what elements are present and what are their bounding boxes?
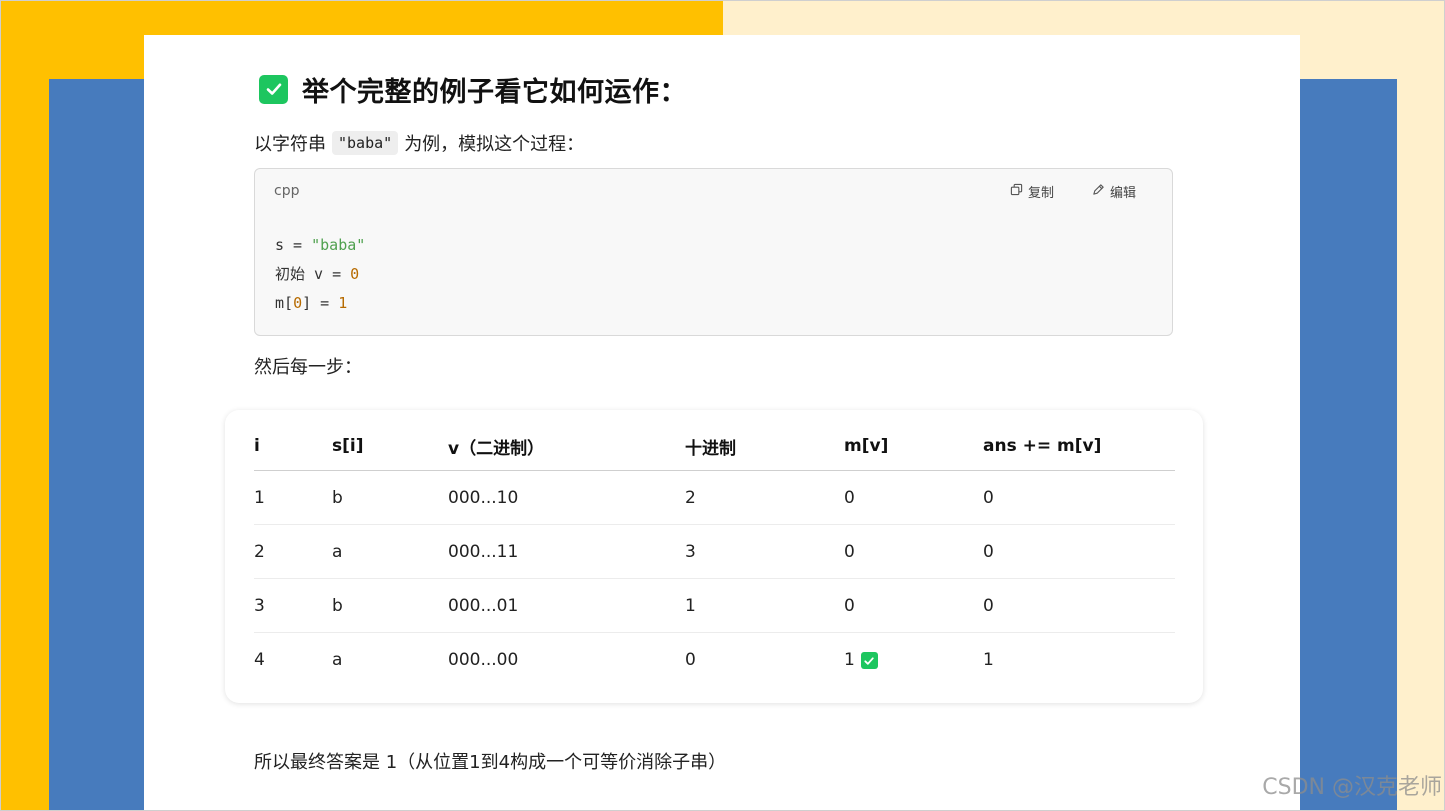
cell-s-value: b xyxy=(332,595,343,616)
cell-m: 0 xyxy=(844,578,983,633)
table-body: 1 b 000...10 2 0 0 2 a 000...11 3 0 0 3 b 000...01 1 0 0 4… xyxy=(254,470,1175,687)
edit-label: 编辑 xyxy=(1109,186,1136,201)
simulation-table: i s[i] v（二进制） 十进制 m[v] ans += m[v] 1 b 000… xyxy=(254,422,1175,686)
cell-s-value: a xyxy=(332,649,343,670)
cell-v-binary-value: 000...01 xyxy=(448,595,519,616)
background-blue-left xyxy=(49,79,144,811)
code-line: 初始 v = 0 xyxy=(275,260,365,289)
cell-decimal-value: 0 xyxy=(685,649,696,670)
cell-decimal: 2 xyxy=(685,470,844,525)
header-decimal: 十进制 xyxy=(685,422,844,471)
table-row: 4 a 000...00 0 1 1 xyxy=(254,633,1175,687)
table-row: 2 a 000...11 3 0 0 xyxy=(254,524,1175,579)
code-lines: s = "baba" 初始 v = 0 m[0] = 1 xyxy=(275,231,365,318)
cell-s-value: b xyxy=(332,487,343,508)
cell-i-value: 4 xyxy=(254,649,265,670)
simulation-table-card: i s[i] v（二进制） 十进制 m[v] ans += m[v] 1 b 000… xyxy=(225,410,1203,703)
cell-v-binary-value: 000...00 xyxy=(448,649,519,670)
cell-i: 4 xyxy=(254,633,332,687)
cell-ans: 1 xyxy=(983,633,1175,687)
background-blue-right xyxy=(1300,79,1397,811)
cell-ans-value: 0 xyxy=(983,595,994,616)
copy-button[interactable]: 复制 xyxy=(1010,182,1054,201)
cell-v-binary-value: 000...10 xyxy=(448,487,519,508)
code-token: 0 xyxy=(350,265,360,283)
cell-ans: 0 xyxy=(983,470,1175,525)
code-token: 1 xyxy=(338,294,348,312)
cell-ans-value: 1 xyxy=(983,649,994,670)
then-text: 然后每一步： xyxy=(254,357,362,378)
check-mark-icon xyxy=(259,74,288,104)
cell-s: b xyxy=(332,578,448,633)
code-line: m[0] = 1 xyxy=(275,289,365,318)
code-token: "baba" xyxy=(311,236,366,254)
cell-ans: 0 xyxy=(983,524,1175,579)
header-ans: ans += m[v] xyxy=(983,422,1175,471)
header-i: i xyxy=(254,422,332,471)
watermark: CSDN @汉克老师 xyxy=(1262,775,1442,800)
cell-decimal-value: 1 xyxy=(685,595,696,616)
cell-s: a xyxy=(332,524,448,579)
intro-after: 为例，模拟这个过程： xyxy=(404,134,585,155)
copy-icon xyxy=(1010,183,1023,200)
cell-ans-value: 0 xyxy=(983,541,994,562)
cell-v-binary: 000...10 xyxy=(448,470,685,525)
conclusion-text: 所以最终答案是 1（从位置1到4构成一个可等价消除子串） xyxy=(254,752,727,773)
cell-ans-value: 0 xyxy=(983,487,994,508)
cell-m-value: 0 xyxy=(844,541,855,562)
header-m: m[v] xyxy=(844,422,983,471)
cell-decimal-value: 2 xyxy=(685,487,696,508)
content-panel: 举个完整的例子看它如何运作： 以字符串 "baba" 为例，模拟这个过程： cp… xyxy=(144,35,1300,811)
section-heading: 举个完整的例子看它如何运作： xyxy=(259,71,687,108)
header-v-binary: v（二进制） xyxy=(448,422,685,471)
cell-i: 3 xyxy=(254,578,332,633)
intro-before: 以字符串 xyxy=(254,134,326,155)
edit-button[interactable]: 编辑 xyxy=(1092,182,1136,201)
cell-v-binary: 000...01 xyxy=(448,578,685,633)
cell-m-value: 0 xyxy=(844,487,855,508)
cell-i: 2 xyxy=(254,524,332,579)
cell-i-value: 1 xyxy=(254,487,265,508)
cell-decimal: 0 xyxy=(685,633,844,687)
cell-s-value: a xyxy=(332,541,343,562)
code-block: cpp 复制 编辑 s = "baba" 初始 v = 0 m[0] = 1 xyxy=(254,168,1173,336)
cell-ans: 0 xyxy=(983,578,1175,633)
cell-decimal: 1 xyxy=(685,578,844,633)
cell-m: 0 xyxy=(844,524,983,579)
cell-v-binary: 000...11 xyxy=(448,524,685,579)
code-language-label: cpp xyxy=(274,183,300,199)
copy-label: 复制 xyxy=(1027,186,1054,201)
cell-m: 0 xyxy=(844,470,983,525)
code-token: s = xyxy=(275,236,312,254)
pencil-icon xyxy=(1092,183,1105,200)
intro-text: 以字符串 "baba" 为例，模拟这个过程： xyxy=(254,130,584,156)
cell-s: a xyxy=(332,633,448,687)
code-actions: 复制 编辑 xyxy=(1010,182,1136,201)
table-row: 1 b 000...10 2 0 0 xyxy=(254,470,1175,525)
cell-i-value: 3 xyxy=(254,595,265,616)
cell-m-value: 0 xyxy=(844,595,855,616)
cell-v-binary-value: 000...11 xyxy=(448,541,519,562)
inline-code: "baba" xyxy=(332,131,399,155)
cell-m: 1 xyxy=(844,633,983,687)
cell-i: 1 xyxy=(254,470,332,525)
cell-decimal: 3 xyxy=(685,524,844,579)
code-line: s = "baba" xyxy=(275,231,365,260)
cell-v-binary: 000...00 xyxy=(448,633,685,687)
cell-i-value: 2 xyxy=(254,541,265,562)
check-mark-icon xyxy=(860,652,878,669)
code-token: ] = xyxy=(302,294,339,312)
section-title: 举个完整的例子看它如何运作： xyxy=(302,76,687,108)
table-row: 3 b 000...01 1 0 0 xyxy=(254,578,1175,633)
code-token: 0 xyxy=(293,294,303,312)
cell-m-value: 1 xyxy=(844,649,855,670)
cell-decimal-value: 3 xyxy=(685,541,696,562)
code-token: m[ xyxy=(275,294,294,312)
header-s: s[i] xyxy=(332,422,448,471)
table-header-row: i s[i] v（二进制） 十进制 m[v] ans += m[v] xyxy=(254,422,1175,471)
code-token: 初始 v = xyxy=(275,265,351,283)
cell-s: b xyxy=(332,470,448,525)
